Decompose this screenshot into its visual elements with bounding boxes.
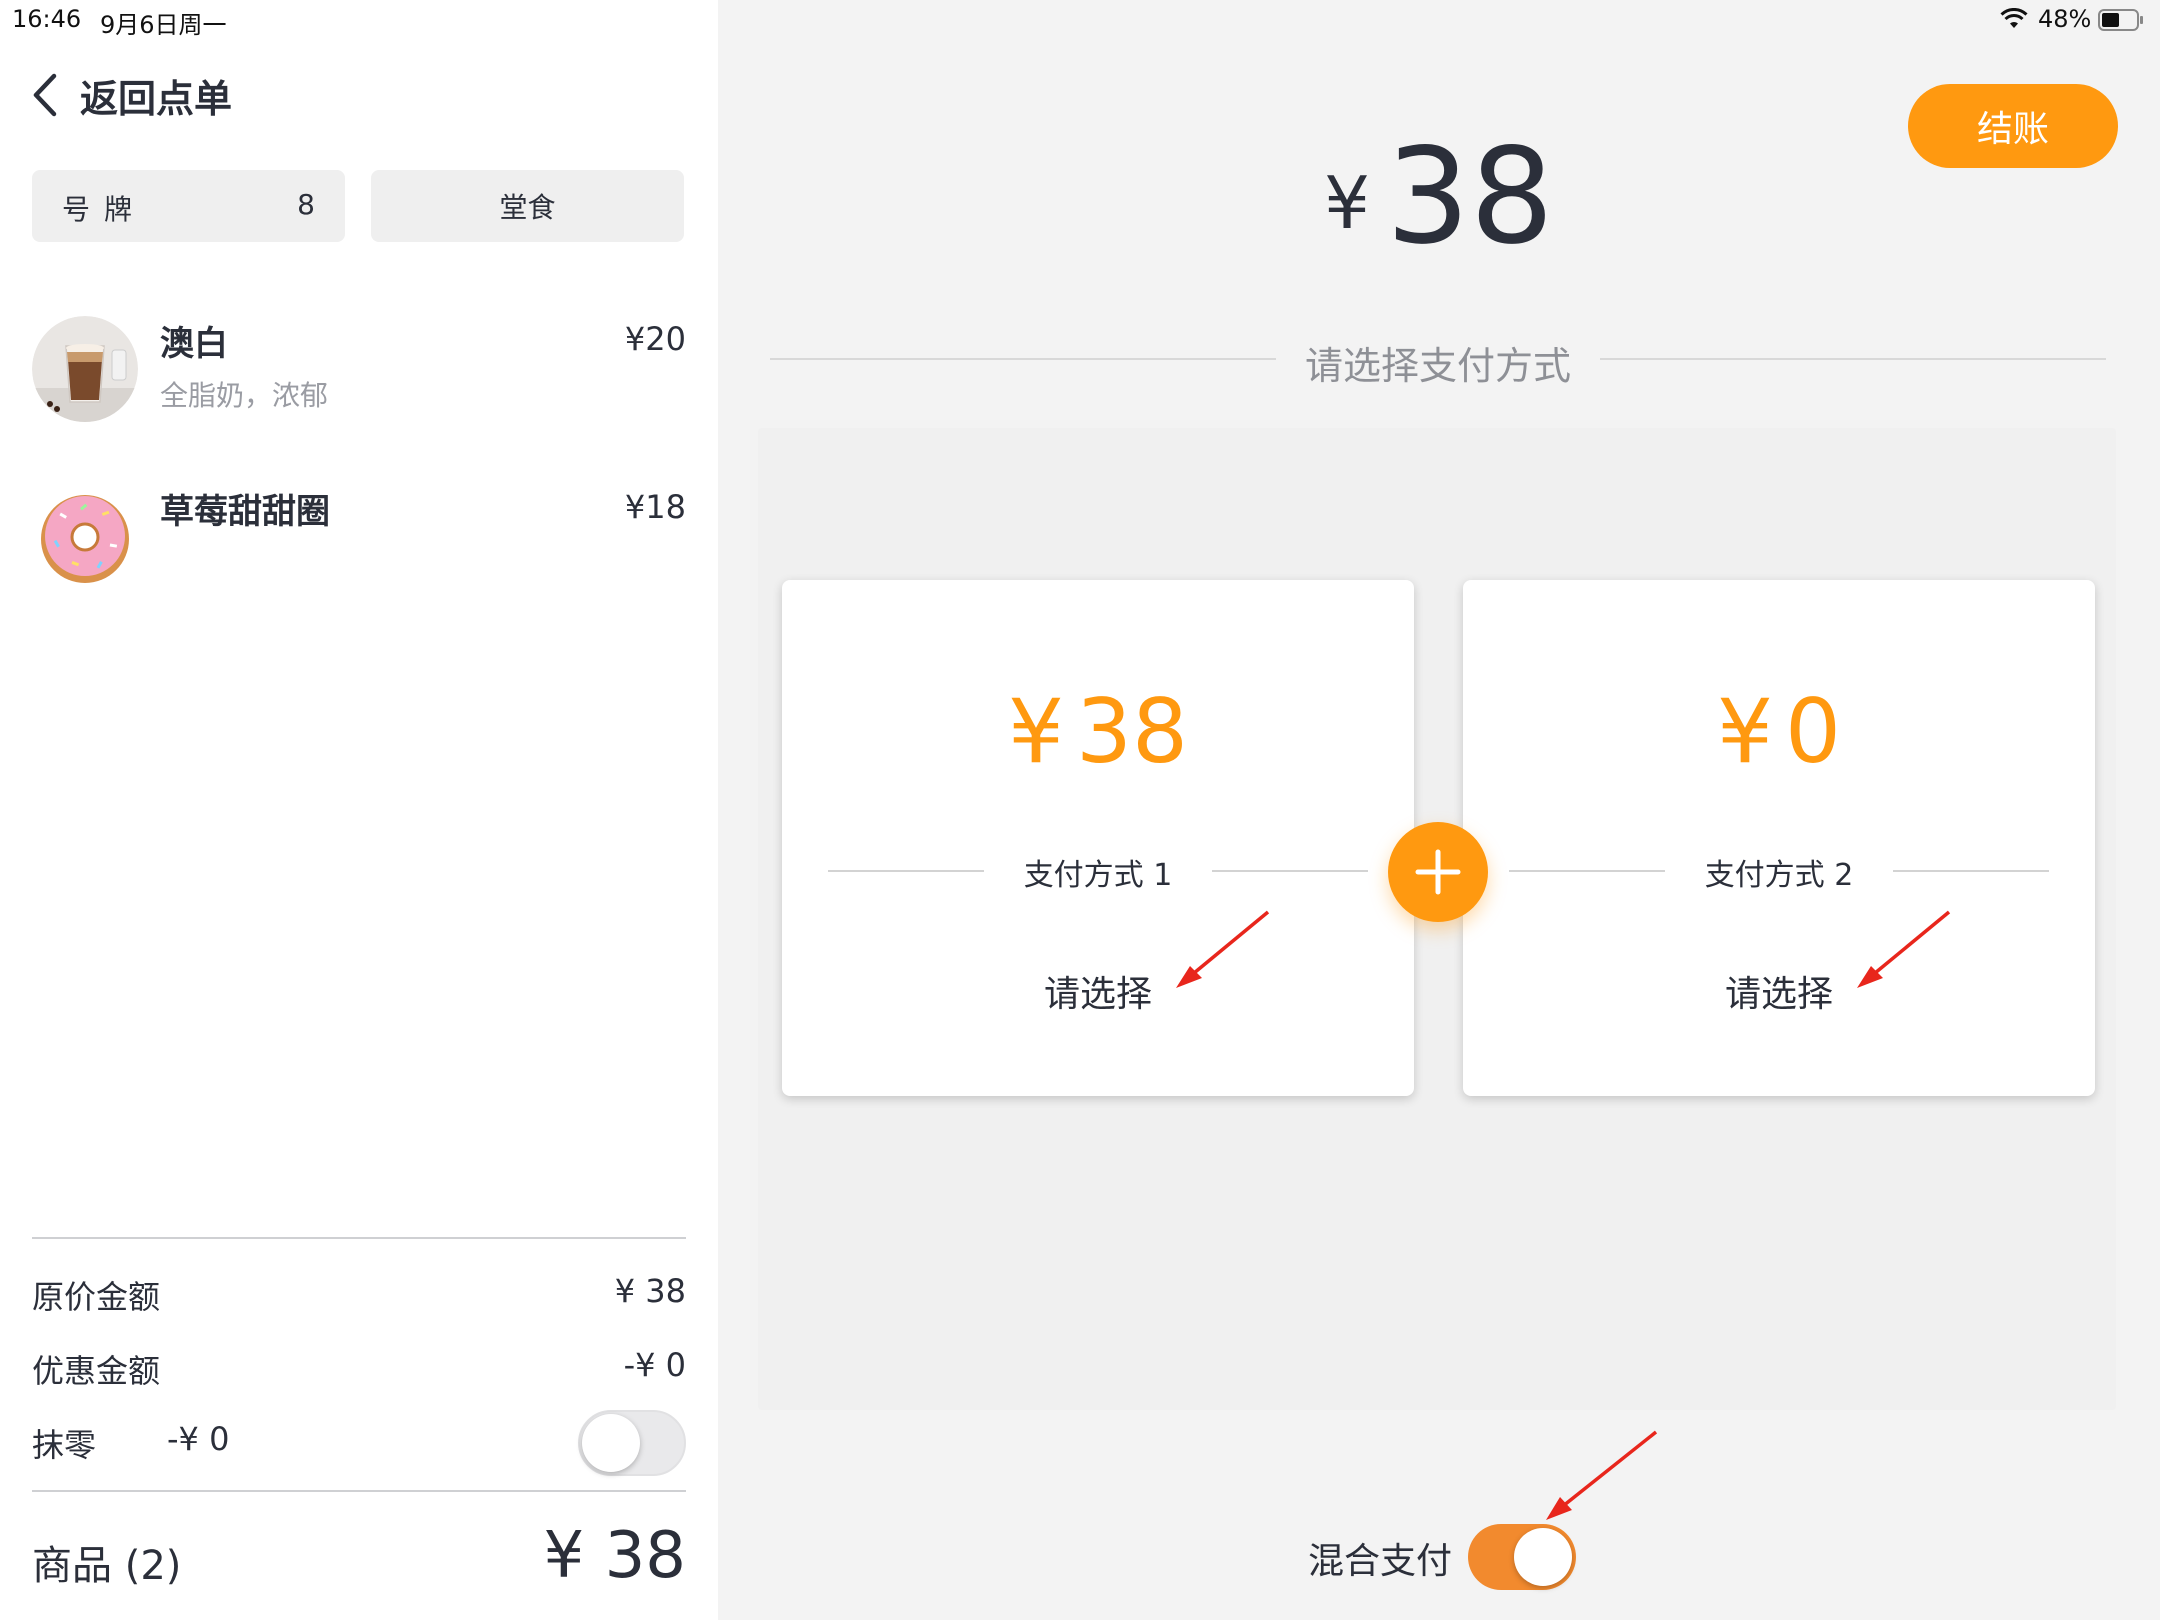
status-bar: 16:46 9月6日周一 48% bbox=[0, 0, 2160, 40]
item-price: ¥20 bbox=[624, 320, 686, 358]
round-off-toggle[interactable] bbox=[578, 1410, 686, 1476]
battery-icon bbox=[2098, 9, 2143, 31]
mixed-payment-row: 混合支付 bbox=[1308, 1520, 1708, 1592]
back-label: 返回点单 bbox=[80, 76, 233, 121]
payment-method-label: 支付方式 1 bbox=[1023, 858, 1173, 893]
round-off-label: 抹零 bbox=[32, 1426, 97, 1464]
order-item[interactable]: 草莓甜甜圈 ¥18 bbox=[32, 484, 686, 594]
mixed-payment-label: 混合支付 bbox=[1308, 1541, 1453, 1582]
original-amount-label: 原价金额 bbox=[32, 1278, 161, 1316]
payment-panel: 结账 ¥38 请选择支付方式 ¥38 支付方式 1 请选择 ¥0 支付方式 2 … bbox=[718, 0, 2160, 1620]
payment-amount-value: 38 bbox=[1076, 680, 1188, 783]
payment-method-title: 请选择支付方式 bbox=[1304, 344, 1571, 388]
discount-amount-label: 优惠金额 bbox=[32, 1352, 161, 1390]
original-amount-value: ¥ 38 bbox=[614, 1272, 686, 1310]
mixed-payment-toggle[interactable] bbox=[1468, 1524, 1576, 1590]
dine-in-button[interactable]: 堂食 bbox=[371, 170, 684, 242]
toggle-knob bbox=[582, 1414, 640, 1472]
item-description: 全脂奶，浓郁 bbox=[160, 379, 329, 412]
item-name: 澳白 bbox=[160, 324, 228, 364]
divider bbox=[32, 1237, 686, 1239]
table-number-value: 8 bbox=[297, 188, 315, 221]
table-number-label: 号牌 bbox=[62, 193, 147, 226]
payment-method-heading: 请选择支付方式 bbox=[770, 335, 2106, 388]
discount-amount-value: -¥ 0 bbox=[623, 1346, 686, 1384]
plus-icon bbox=[1415, 849, 1461, 895]
chevron-left-icon bbox=[33, 73, 57, 117]
wifi-icon bbox=[2000, 8, 2028, 28]
payment-card-2[interactable]: ¥0 支付方式 2 请选择 bbox=[1463, 580, 2095, 1096]
annotation-arrow-icon bbox=[1546, 1430, 1658, 1520]
items-total-row: 商品 (2) ¥ 38 bbox=[32, 1519, 686, 1595]
dine-in-label: 堂食 bbox=[499, 191, 556, 224]
grand-total-amount: 38 bbox=[1385, 120, 1554, 274]
payment-amount: ¥38 bbox=[782, 680, 1414, 783]
item-price: ¥18 bbox=[624, 488, 686, 526]
status-time: 16:46 bbox=[12, 5, 82, 33]
items-count-label: 商品 (2) bbox=[32, 1543, 182, 1589]
grand-total-currency: ¥ bbox=[1324, 161, 1370, 245]
order-item[interactable]: 澳白 全脂奶，浓郁 ¥20 bbox=[32, 316, 686, 426]
payment-currency: ¥ bbox=[1008, 680, 1064, 783]
item-name: 草莓甜甜圈 bbox=[160, 492, 330, 532]
coffee-thumbnail bbox=[32, 316, 138, 422]
divider bbox=[32, 1490, 686, 1492]
select-payment-method-button[interactable]: 请选择 bbox=[782, 965, 1414, 1017]
status-date: 9月6日周一 bbox=[100, 11, 227, 39]
round-off-value: -¥ 0 bbox=[167, 1420, 230, 1458]
payment-method-label: 支付方式 2 bbox=[1704, 858, 1854, 893]
donut-thumbnail bbox=[32, 484, 138, 590]
items-total-value: ¥ 38 bbox=[543, 1519, 687, 1593]
payment-amount-value: 0 bbox=[1785, 680, 1841, 783]
table-number-field[interactable]: 号牌 8 bbox=[32, 170, 345, 242]
select-payment-method-button[interactable]: 请选择 bbox=[1463, 965, 2095, 1017]
add-payment-method-button[interactable] bbox=[1388, 822, 1488, 922]
back-button[interactable]: 返回点单 bbox=[30, 70, 233, 121]
payment-currency: ¥ bbox=[1717, 680, 1773, 783]
grand-total: ¥38 bbox=[718, 120, 2160, 274]
payment-amount: ¥0 bbox=[1463, 680, 2095, 783]
order-panel: 返回点单 号牌 8 堂食 澳白 全脂奶，浓郁 ¥20 草莓甜甜圈 ¥18 原价金… bbox=[0, 0, 718, 1620]
toggle-knob bbox=[1514, 1528, 1572, 1586]
battery-percent: 48% bbox=[2038, 5, 2092, 33]
payment-card-1[interactable]: ¥38 支付方式 1 请选择 bbox=[782, 580, 1414, 1096]
